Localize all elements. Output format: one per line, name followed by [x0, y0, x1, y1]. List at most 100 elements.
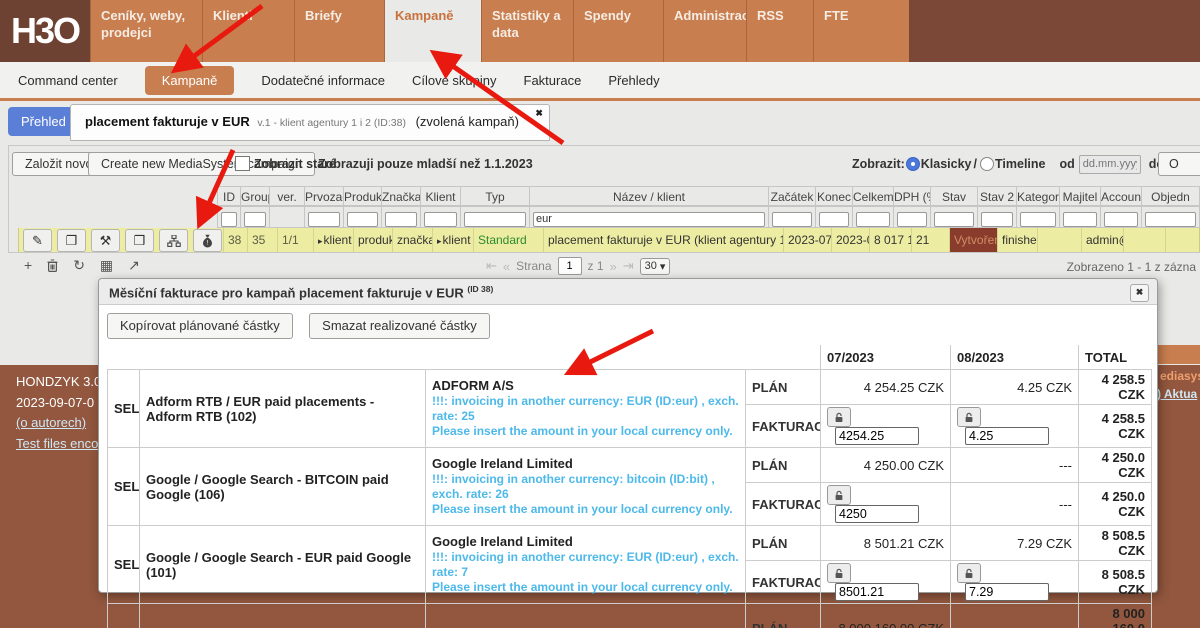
filter-zacatek[interactable] — [772, 212, 812, 227]
sub-nav-item-fakturace[interactable]: Fakturace — [524, 73, 582, 88]
filter-id[interactable] — [221, 212, 237, 227]
filter-konec[interactable] — [819, 212, 849, 227]
wrench-icon[interactable]: ⚒ — [91, 229, 120, 252]
col-typ[interactable]: Typ — [460, 186, 530, 206]
filter-objedn[interactable] — [1145, 212, 1196, 227]
col-group[interactable]: Group — [240, 186, 270, 206]
copy-icon[interactable]: ❐ — [57, 229, 86, 252]
filter-account[interactable] — [1104, 212, 1138, 227]
trash-icon[interactable] — [47, 259, 58, 272]
col-dph[interactable]: DPH (%) — [893, 186, 931, 206]
lock-icon[interactable] — [827, 485, 851, 505]
col-kategorie[interactable]: Kategorie — [1016, 186, 1060, 206]
page-size-select[interactable]: 30 ▾ — [640, 258, 671, 275]
filter-majitel[interactable] — [1063, 212, 1097, 227]
sub-nav-item-dodatecne[interactable]: Dodatečné informace — [261, 73, 385, 88]
col-prvozada[interactable]: Prvozada — [304, 186, 344, 206]
col-klient[interactable]: Klient — [420, 186, 461, 206]
campaign-row[interactable]: ✎ ❐ ⚒ ❒ ! 38 35 1/1 ▸klient ag produkt a… — [18, 228, 1200, 254]
delete-realized-button[interactable]: Smazat realizované částky — [309, 313, 490, 339]
filter-kategorie[interactable] — [1020, 212, 1056, 227]
invoice-amount-input[interactable] — [835, 583, 919, 601]
edit-icon[interactable]: ✎ — [23, 229, 52, 252]
filter-celkem[interactable] — [856, 212, 890, 227]
top-nav-item-ceniky[interactable]: Ceníky, weby, prodejci — [90, 0, 202, 62]
col-znacka[interactable]: Značka — [381, 186, 421, 206]
apply-filter-button[interactable]: O — [1158, 152, 1200, 176]
top-nav-item-rss[interactable]: RSS — [746, 0, 813, 62]
col-konec[interactable]: Konec — [815, 186, 853, 206]
invoice-amount-input[interactable] — [835, 427, 919, 445]
lock-icon[interactable] — [827, 563, 851, 583]
filter-nazev[interactable] — [533, 212, 765, 227]
lock-icon[interactable] — [957, 407, 981, 427]
filter-produkt[interactable] — [347, 212, 378, 227]
page-input[interactable] — [558, 257, 582, 275]
filter-stav[interactable] — [934, 212, 974, 227]
top-nav-item-kampane[interactable]: Kampaně — [384, 0, 481, 62]
filter-prvozada[interactable] — [308, 212, 340, 227]
tab-close-icon[interactable]: ✖ — [535, 108, 543, 119]
col-zacatek[interactable]: Začátek — [768, 186, 816, 206]
top-nav-item-administrace[interactable]: Administrace — [663, 0, 746, 62]
sub-nav-item-cilove-skupiny[interactable]: Cílové skupiny — [412, 73, 497, 88]
invoice-amount-input[interactable] — [835, 505, 919, 523]
top-nav-item-fte[interactable]: FTE — [813, 0, 909, 62]
display-timeline-radio[interactable] — [980, 157, 994, 171]
col-majitel[interactable]: Majitel — [1059, 186, 1101, 206]
placement-name: Google / Google Search - EUR paid Google… — [140, 526, 426, 604]
sub-nav-item-kampane[interactable]: Kampaně — [145, 66, 235, 95]
col-objedn[interactable]: Objedn — [1141, 186, 1200, 206]
footer-right-link[interactable]: ) Aktua — [1157, 387, 1197, 401]
next-page-icon[interactable]: » — [610, 259, 617, 274]
show-old-checkbox[interactable] — [235, 156, 250, 171]
top-nav-item-spendy[interactable]: Spendy — [573, 0, 663, 62]
modal-close-icon[interactable]: ✖ — [1130, 284, 1149, 302]
display-classic-label[interactable]: Klasicky — [921, 157, 972, 171]
open-external-icon[interactable]: ↗ — [128, 258, 140, 272]
filter-dph[interactable] — [897, 212, 927, 227]
top-nav-item-briefy[interactable]: Briefy — [294, 0, 384, 62]
authors-link[interactable]: (o autorech) — [16, 413, 106, 434]
col-account[interactable]: Account — [1100, 186, 1142, 206]
top-nav-filler — [909, 0, 1200, 62]
add-row-icon[interactable]: + — [24, 258, 32, 272]
plan-m2: 7.29 CZK — [951, 526, 1079, 561]
display-classic-radio[interactable] — [906, 157, 920, 171]
date-from-input[interactable] — [1079, 155, 1141, 174]
sub-nav-item-prehledy[interactable]: Přehledy — [608, 73, 659, 88]
col-stav2[interactable]: Stav 2 — [977, 186, 1017, 206]
sub-nav-item-command-center[interactable]: Command center — [18, 73, 118, 88]
file-settings-icon[interactable]: ❒ — [125, 229, 154, 252]
col-nazev[interactable]: Název / klient — [529, 186, 769, 206]
display-timeline-label[interactable]: Timeline — [995, 157, 1045, 171]
last-page-icon[interactable]: ⇥ — [623, 258, 634, 274]
overview-button[interactable]: Přehled — [8, 107, 79, 136]
prev-page-icon[interactable]: « — [503, 259, 510, 274]
col-celkem[interactable]: Celkem N — [852, 186, 894, 206]
copy-planned-button[interactable]: Kopírovat plánované částky — [107, 313, 293, 339]
lock-icon[interactable] — [957, 563, 981, 583]
filter-typ[interactable] — [464, 212, 526, 227]
currency-warning: !!!: invoicing in another currency: EUR … — [432, 550, 739, 580]
grid-view-icon[interactable]: ▦ — [100, 258, 113, 272]
campaign-tab[interactable]: placement fakturuje v EUR v.1 - klient a… — [70, 104, 550, 141]
test-files-link[interactable]: Test files encod — [16, 434, 106, 455]
top-nav-item-klienti[interactable]: Klienti — [202, 0, 294, 62]
filter-stav2[interactable] — [981, 212, 1013, 227]
col-produkt[interactable]: Produkt — [343, 186, 382, 206]
sitemap-icon[interactable] — [159, 229, 188, 252]
invoice-amount-input[interactable] — [965, 427, 1049, 445]
filter-znacka[interactable] — [385, 212, 417, 227]
lock-icon[interactable] — [827, 407, 851, 427]
first-page-icon[interactable]: ⇤ — [486, 258, 497, 274]
filter-klient[interactable] — [424, 212, 457, 227]
col-ver[interactable]: ver. — [269, 186, 305, 206]
col-stav[interactable]: Stav — [930, 186, 978, 206]
top-nav-item-statistiky[interactable]: Statistiky a data — [481, 0, 573, 62]
filter-group[interactable] — [244, 212, 266, 227]
refresh-icon[interactable]: ↻ — [73, 258, 85, 272]
moneybag-icon[interactable]: ! — [193, 229, 222, 252]
invoice-amount-input[interactable] — [965, 583, 1049, 601]
col-id[interactable]: ID — [217, 186, 241, 206]
